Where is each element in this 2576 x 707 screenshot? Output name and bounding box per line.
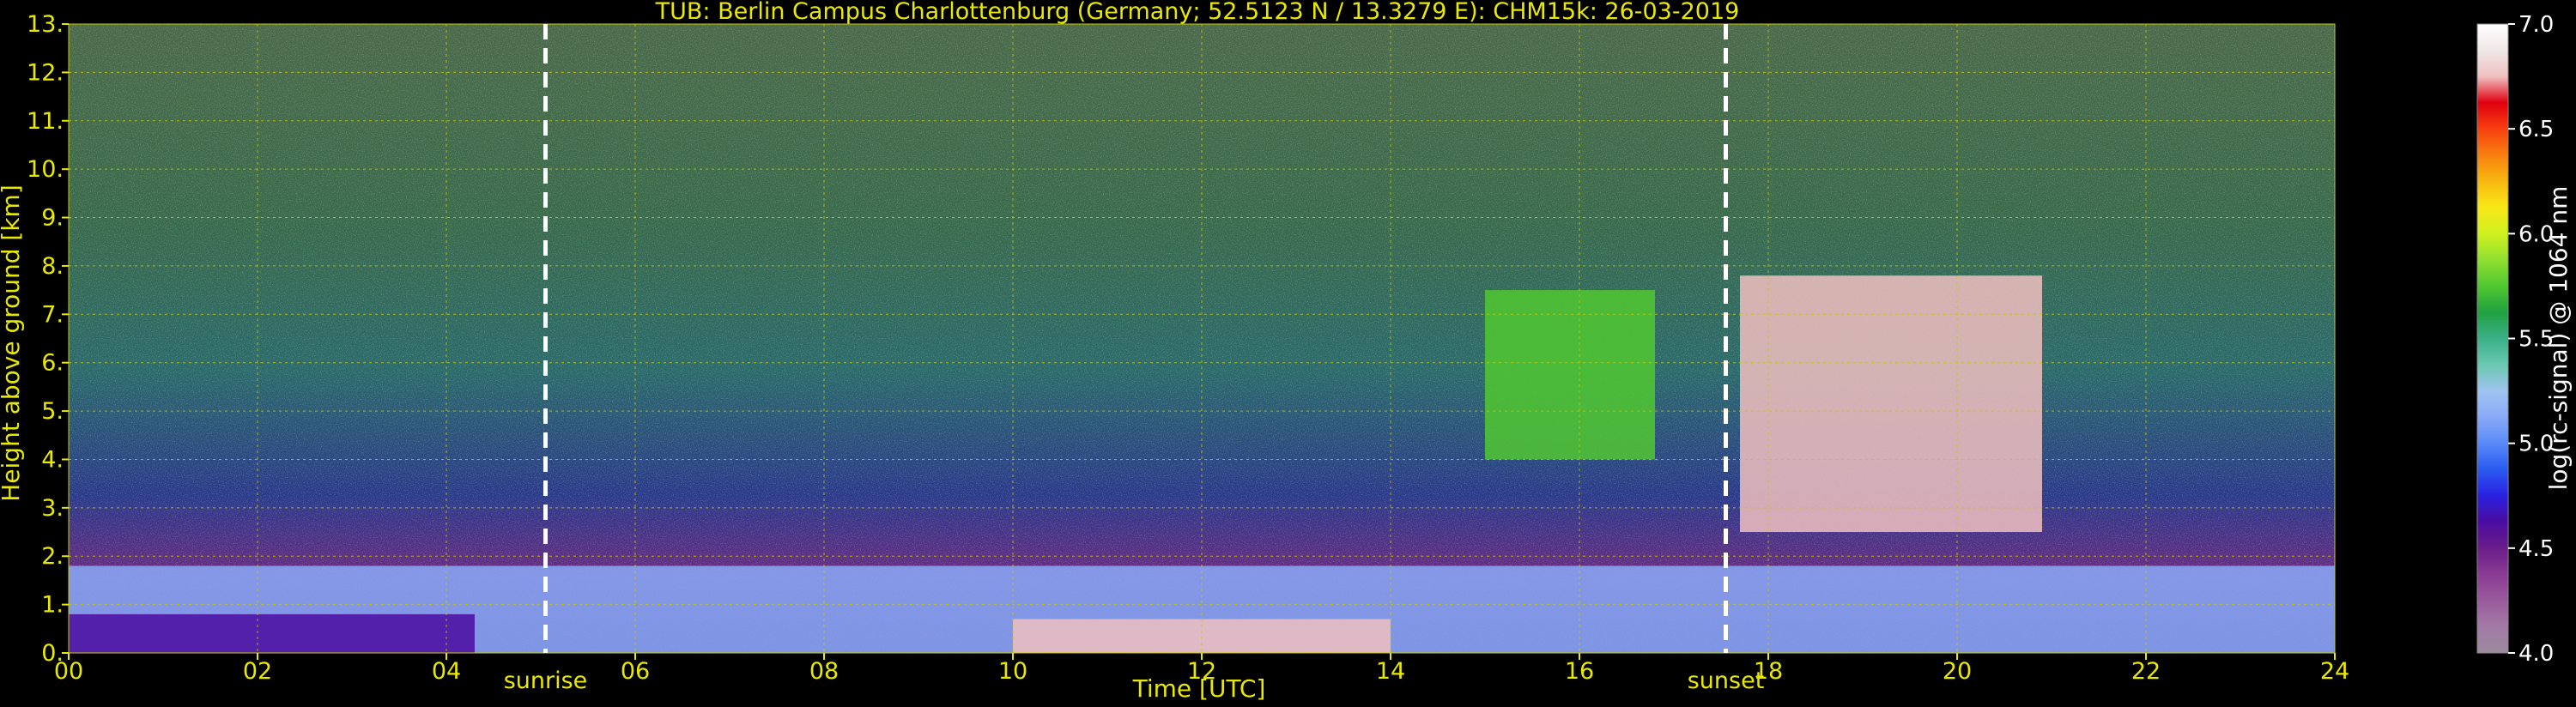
y-tick-label: 13. (27, 11, 64, 38)
colorbar-tick-label: 6.5 (2518, 117, 2554, 142)
colorbar: 4.04.55.05.56.06.57.0 log(rc-signal) @ 1… (2476, 12, 2573, 667)
plot-area (69, 24, 2335, 653)
y-tick-label: 2. (41, 543, 64, 570)
x-tick-label: 16 (1565, 658, 1594, 685)
y-tick-label: 6. (41, 350, 64, 377)
x-tick-label: 02 (243, 658, 272, 685)
colorbar-scale (2476, 23, 2509, 654)
y-tick-label: 9. (41, 205, 64, 232)
y-tick-label: 12. (27, 59, 64, 86)
x-tick-label: 08 (809, 658, 839, 685)
x-tick-label: 00 (54, 658, 83, 685)
x-tick-label: 24 (2320, 658, 2349, 685)
y-tick-label: 4. (41, 446, 64, 473)
signal-region (69, 613, 475, 653)
sun-marker-label: sunrise (504, 668, 588, 694)
y-axis-ticks: 0.1.2.3.4.5.6.7.8.9.10.11.12.13. (27, 11, 69, 667)
colorbar-tick-label: 4.5 (2518, 536, 2554, 562)
chart-title: TUB: Berlin Campus Charlottenburg (Germa… (655, 0, 1740, 25)
x-tick-label: 20 (1943, 658, 1972, 685)
x-tick-label: 04 (432, 658, 461, 685)
y-tick-label: 7. (41, 301, 64, 328)
y-tick-label: 11. (27, 108, 64, 135)
y-tick-label: 1. (41, 592, 64, 619)
colorbar-tick-label: 7.0 (2518, 12, 2554, 38)
y-tick-label: 8. (41, 253, 64, 280)
y-tick-label: 10. (27, 156, 64, 183)
x-tick-label: 10 (998, 658, 1027, 685)
x-tick-label: 06 (621, 658, 650, 685)
x-tick-label: 14 (1376, 658, 1405, 685)
y-tick-label: 3. (41, 495, 64, 522)
colorbar-label: log(rc-signal) @ 1064 nm (2544, 186, 2573, 491)
signal-region (1013, 619, 1391, 653)
y-tick-label: 5. (41, 398, 64, 425)
signal-region (1485, 290, 1655, 460)
x-tick-label: 18 (1754, 658, 1783, 685)
lidar-chart: sunrise sunset TUB: Berlin Campus Charlot… (0, 0, 2573, 703)
x-axis-label: Time [UTC] (1132, 674, 1266, 703)
colorbar-tick-label: 4.0 (2518, 641, 2554, 667)
x-tick-label: 22 (2131, 658, 2161, 685)
y-axis-label: Height above ground [km] (0, 184, 25, 502)
